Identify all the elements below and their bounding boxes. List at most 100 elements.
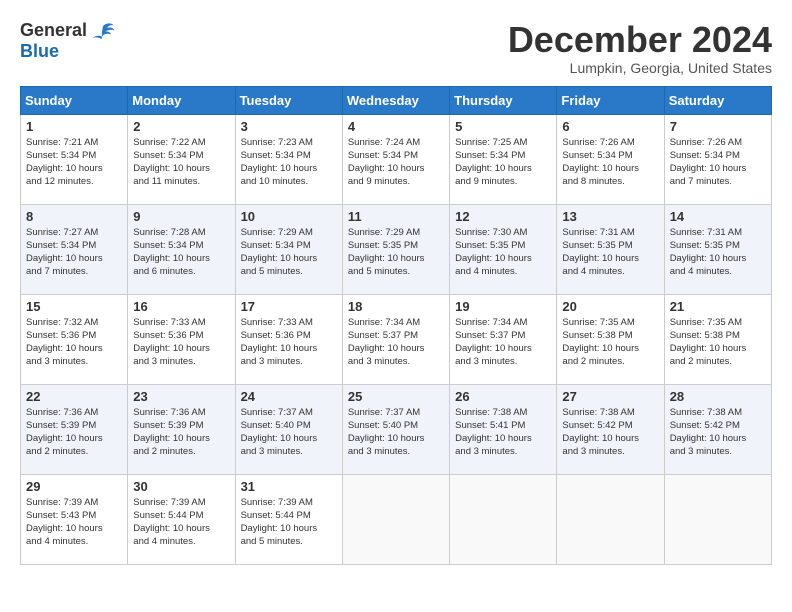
calendar-cell (342, 474, 449, 564)
calendar-week-row: 15 Sunrise: 7:32 AMSunset: 5:36 PMDayligh… (21, 294, 772, 384)
day-info: Sunrise: 7:27 AMSunset: 5:34 PMDaylight:… (26, 226, 122, 279)
day-info: Sunrise: 7:39 AMSunset: 5:44 PMDaylight:… (241, 496, 337, 549)
calendar-cell: 27 Sunrise: 7:38 AMSunset: 5:42 PMDayligh… (557, 384, 664, 474)
logo-blue-text: Blue (20, 41, 59, 62)
calendar-cell: 3 Sunrise: 7:23 AMSunset: 5:34 PMDaylight… (235, 114, 342, 204)
calendar-cell: 2Sunrise: 7:22 AMSunset: 5:34 PMDaylight… (128, 114, 235, 204)
day-number: 8 (26, 209, 122, 224)
calendar-week-row: 1 Sunrise: 7:21 AMSunset: 5:34 PMDaylight… (21, 114, 772, 204)
calendar-header-row: SundayMondayTuesdayWednesdayThursdayFrid… (21, 86, 772, 114)
day-number: 16 (133, 299, 229, 314)
day-info: Sunrise: 7:34 AMSunset: 5:37 PMDaylight:… (348, 316, 444, 369)
day-info: Sunrise: 7:38 AMSunset: 5:42 PMDaylight:… (670, 406, 766, 459)
day-info: Sunrise: 7:39 AMSunset: 5:44 PMDaylight:… (133, 496, 229, 549)
day-info: Sunrise: 7:35 AMSunset: 5:38 PMDaylight:… (562, 316, 658, 369)
calendar-cell: 23Sunrise: 7:36 AMSunset: 5:39 PMDayligh… (128, 384, 235, 474)
page-header: General Blue December 2024 Lumpkin, Geor… (20, 20, 772, 76)
day-info: Sunrise: 7:25 AMSunset: 5:34 PMDaylight:… (455, 136, 551, 189)
day-info: Sunrise: 7:33 AMSunset: 5:36 PMDaylight:… (241, 316, 337, 369)
day-number: 6 (562, 119, 658, 134)
calendar-header-monday: Monday (128, 86, 235, 114)
calendar-header-saturday: Saturday (664, 86, 771, 114)
day-number: 5 (455, 119, 551, 134)
day-info: Sunrise: 7:26 AMSunset: 5:34 PMDaylight:… (562, 136, 658, 189)
calendar-cell: 26Sunrise: 7:38 AMSunset: 5:41 PMDayligh… (450, 384, 557, 474)
day-number: 26 (455, 389, 551, 404)
day-number: 25 (348, 389, 444, 404)
day-number: 1 (26, 119, 122, 134)
day-number: 21 (670, 299, 766, 314)
day-number: 4 (348, 119, 444, 134)
day-number: 10 (241, 209, 337, 224)
day-info: Sunrise: 7:29 AMSunset: 5:35 PMDaylight:… (348, 226, 444, 279)
calendar-cell: 10 Sunrise: 7:29 AMSunset: 5:34 PMDayligh… (235, 204, 342, 294)
calendar-cell: 9Sunrise: 7:28 AMSunset: 5:34 PMDaylight… (128, 204, 235, 294)
calendar-cell: 24 Sunrise: 7:37 AMSunset: 5:40 PMDayligh… (235, 384, 342, 474)
day-info: Sunrise: 7:38 AMSunset: 5:42 PMDaylight:… (562, 406, 658, 459)
calendar-cell: 4Sunrise: 7:24 AMSunset: 5:34 PMDaylight… (342, 114, 449, 204)
day-info: Sunrise: 7:36 AMSunset: 5:39 PMDaylight:… (26, 406, 122, 459)
calendar-header-wednesday: Wednesday (342, 86, 449, 114)
day-info: Sunrise: 7:31 AMSunset: 5:35 PMDaylight:… (670, 226, 766, 279)
calendar-week-row: 22 Sunrise: 7:36 AMSunset: 5:39 PMDayligh… (21, 384, 772, 474)
calendar-table: SundayMondayTuesdayWednesdayThursdayFrid… (20, 86, 772, 565)
logo-general-text: General (20, 20, 87, 41)
day-number: 15 (26, 299, 122, 314)
calendar-header-sunday: Sunday (21, 86, 128, 114)
month-title: December 2024 (508, 20, 772, 60)
day-number: 12 (455, 209, 551, 224)
day-info: Sunrise: 7:22 AMSunset: 5:34 PMDaylight:… (133, 136, 229, 189)
day-number: 18 (348, 299, 444, 314)
day-number: 28 (670, 389, 766, 404)
day-number: 3 (241, 119, 337, 134)
day-info: Sunrise: 7:28 AMSunset: 5:34 PMDaylight:… (133, 226, 229, 279)
day-number: 27 (562, 389, 658, 404)
calendar-cell: 21Sunrise: 7:35 AMSunset: 5:38 PMDayligh… (664, 294, 771, 384)
day-number: 22 (26, 389, 122, 404)
calendar-header-tuesday: Tuesday (235, 86, 342, 114)
day-info: Sunrise: 7:21 AMSunset: 5:34 PMDaylight:… (26, 136, 122, 189)
day-number: 20 (562, 299, 658, 314)
day-info: Sunrise: 7:31 AMSunset: 5:35 PMDaylight:… (562, 226, 658, 279)
calendar-cell: 31 Sunrise: 7:39 AMSunset: 5:44 PMDayligh… (235, 474, 342, 564)
calendar-cell: 29 Sunrise: 7:39 AMSunset: 5:43 PMDayligh… (21, 474, 128, 564)
day-number: 7 (670, 119, 766, 134)
calendar-cell: 14 Sunrise: 7:31 AMSunset: 5:35 PMDayligh… (664, 204, 771, 294)
day-info: Sunrise: 7:39 AMSunset: 5:43 PMDaylight:… (26, 496, 122, 549)
day-number: 17 (241, 299, 337, 314)
calendar-cell: 11 Sunrise: 7:29 AMSunset: 5:35 PMDayligh… (342, 204, 449, 294)
day-number: 31 (241, 479, 337, 494)
calendar-cell: 20 Sunrise: 7:35 AMSunset: 5:38 PMDayligh… (557, 294, 664, 384)
logo: General Blue (20, 20, 115, 62)
day-info: Sunrise: 7:34 AMSunset: 5:37 PMDaylight:… (455, 316, 551, 369)
calendar-cell: 8 Sunrise: 7:27 AMSunset: 5:34 PMDaylight… (21, 204, 128, 294)
day-number: 24 (241, 389, 337, 404)
calendar-cell: 25 Sunrise: 7:37 AMSunset: 5:40 PMDayligh… (342, 384, 449, 474)
calendar-header-friday: Friday (557, 86, 664, 114)
calendar-header-thursday: Thursday (450, 86, 557, 114)
calendar-cell: 17 Sunrise: 7:33 AMSunset: 5:36 PMDayligh… (235, 294, 342, 384)
day-number: 30 (133, 479, 229, 494)
day-number: 29 (26, 479, 122, 494)
calendar-cell: 16 Sunrise: 7:33 AMSunset: 5:36 PMDayligh… (128, 294, 235, 384)
day-number: 19 (455, 299, 551, 314)
day-info: Sunrise: 7:37 AMSunset: 5:40 PMDaylight:… (241, 406, 337, 459)
calendar-cell: 19 Sunrise: 7:34 AMSunset: 5:37 PMDayligh… (450, 294, 557, 384)
calendar-cell: 18 Sunrise: 7:34 AMSunset: 5:37 PMDayligh… (342, 294, 449, 384)
day-info: Sunrise: 7:23 AMSunset: 5:34 PMDaylight:… (241, 136, 337, 189)
calendar-cell (664, 474, 771, 564)
calendar-cell: 1 Sunrise: 7:21 AMSunset: 5:34 PMDaylight… (21, 114, 128, 204)
day-info: Sunrise: 7:29 AMSunset: 5:34 PMDaylight:… (241, 226, 337, 279)
day-info: Sunrise: 7:32 AMSunset: 5:36 PMDaylight:… (26, 316, 122, 369)
calendar-week-row: 29 Sunrise: 7:39 AMSunset: 5:43 PMDayligh… (21, 474, 772, 564)
calendar-cell (557, 474, 664, 564)
location-text: Lumpkin, Georgia, United States (508, 60, 772, 76)
logo-bird-icon (91, 21, 115, 41)
calendar-cell: 12Sunrise: 7:30 AMSunset: 5:35 PMDayligh… (450, 204, 557, 294)
day-info: Sunrise: 7:37 AMSunset: 5:40 PMDaylight:… (348, 406, 444, 459)
day-info: Sunrise: 7:33 AMSunset: 5:36 PMDaylight:… (133, 316, 229, 369)
calendar-week-row: 8 Sunrise: 7:27 AMSunset: 5:34 PMDaylight… (21, 204, 772, 294)
day-number: 11 (348, 209, 444, 224)
day-number: 14 (670, 209, 766, 224)
calendar-cell: 7Sunrise: 7:26 AMSunset: 5:34 PMDaylight… (664, 114, 771, 204)
